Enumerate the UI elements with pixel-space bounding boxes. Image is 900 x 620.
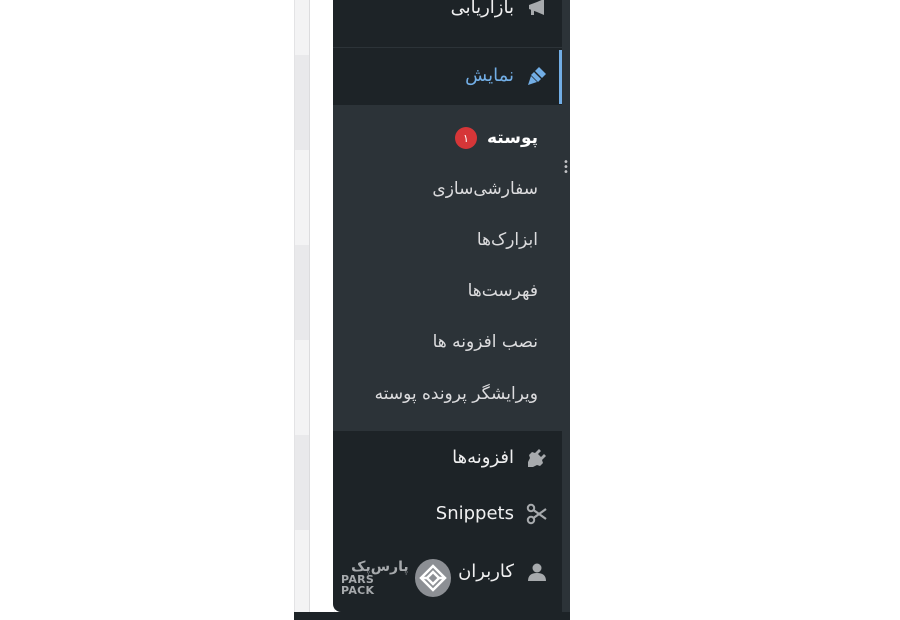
- submenu-item-label: نصب افزونه ها: [432, 332, 538, 352]
- megaphone-icon: [524, 0, 550, 21]
- menu-item-label: Snippets: [435, 503, 514, 524]
- submenu-item-label: سفارشی‌سازی: [432, 179, 538, 199]
- submenu-item-label: پوسته: [486, 128, 538, 148]
- submenu-item-menus[interactable]: فهرست‌ها: [468, 276, 538, 306]
- update-count-badge: ۱: [454, 127, 477, 149]
- drag-dots-icon: • • •: [563, 157, 569, 178]
- watermark-en: PARS PACK: [341, 573, 375, 597]
- menu-item-label: بازاریابی: [450, 0, 514, 18]
- submenu-item-customize[interactable]: سفارشی‌سازی: [432, 174, 538, 204]
- paintbrush-icon: [524, 63, 550, 89]
- page-shade-block: [295, 55, 309, 150]
- menu-item-plugins[interactable]: افزونه‌ها: [333, 440, 562, 476]
- menu-item-marketing[interactable]: بازاریابی: [333, 0, 562, 28]
- submenu-item-label: ابزارک‌ها: [476, 230, 538, 250]
- page-shade-block: [295, 245, 309, 340]
- menu-item-label: نمایش: [465, 65, 514, 86]
- user-icon: [524, 559, 550, 585]
- parspack-logo-icon: [414, 559, 451, 597]
- parspack-watermark: پارس‌پک PARS PACK: [341, 556, 451, 600]
- active-indicator: [559, 50, 562, 104]
- menu-item-appearance[interactable]: نمایش: [333, 48, 562, 104]
- menu-item-label: افزونه‌ها: [452, 447, 514, 468]
- submenu-item-label: ویرایشگر پرونده پوسته: [374, 384, 538, 404]
- page-content-panel: [309, 0, 334, 614]
- watermark-fa: پارس‌پک: [351, 559, 409, 575]
- submenu-item-themes[interactable]: پوسته ۱: [454, 123, 538, 153]
- scissors-icon: [524, 501, 550, 527]
- screenshot-stage: ••• بازاریابی نمای: [0, 0, 900, 620]
- watermark-text: پارس‌پک PARS PACK: [341, 560, 409, 596]
- menu-resize-handle[interactable]: • • •: [562, 0, 570, 612]
- submenu-item-install-plugins[interactable]: نصب افزونه ها: [433, 327, 538, 357]
- appearance-submenu: پوسته ۱ سفارشی‌سازی ابزارک‌ها فهرست‌ها ن…: [333, 105, 562, 431]
- submenu-item-label: فهرست‌ها: [467, 281, 538, 301]
- page-content-edge: [294, 0, 335, 614]
- menu-item-label: کاربران: [458, 561, 514, 582]
- plugin-icon: [524, 445, 550, 471]
- submenu-item-theme-file-editor[interactable]: ویرایشگر پرونده پوسته: [375, 379, 538, 409]
- bottom-edge: [294, 612, 570, 620]
- submenu-item-widgets[interactable]: ابزارک‌ها: [477, 225, 538, 255]
- menu-item-snippets[interactable]: Snippets: [333, 496, 562, 532]
- admin-sidebar-menu: بازاریابی نمایش پوسته ۱ سفارشی‌سازی: [333, 0, 562, 612]
- page-shade-block: [295, 435, 309, 530]
